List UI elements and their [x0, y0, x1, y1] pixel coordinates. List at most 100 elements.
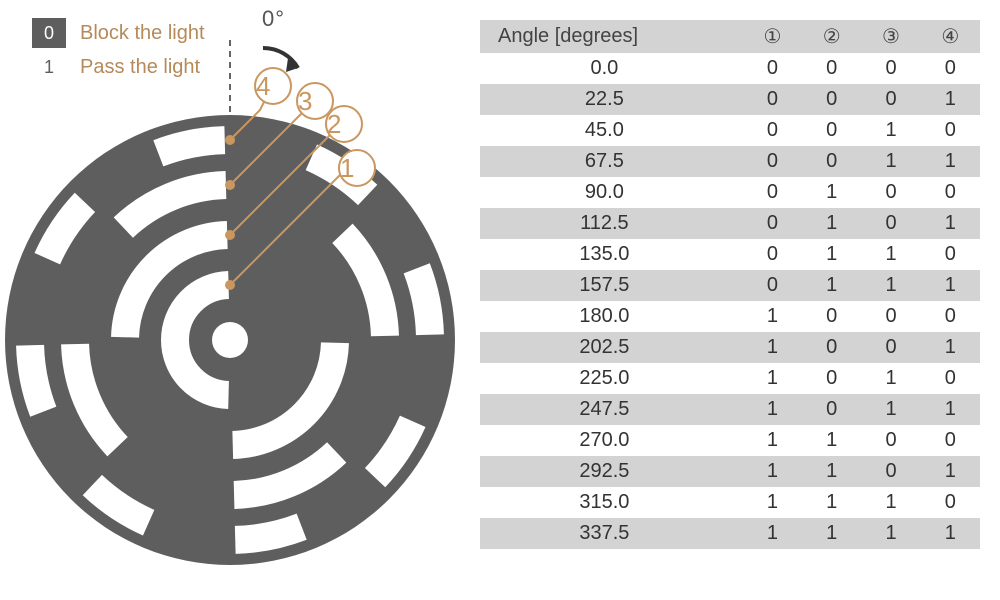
cell-angle: 337.5 — [480, 518, 743, 549]
cell-c1: 1 — [743, 518, 802, 549]
cell-c3: 1 — [861, 487, 920, 518]
encoder-diagram-pane: 0 Block the light 1 Pass the light 0° — [0, 0, 480, 600]
cell-c3: 1 — [861, 518, 920, 549]
slot-track-4 — [158, 140, 224, 153]
table-row: 315.01110 — [480, 487, 980, 518]
cell-angle: 45.0 — [480, 115, 743, 146]
th-c2: ② — [802, 20, 861, 53]
cell-c1: 0 — [743, 208, 802, 239]
cell-c4: 1 — [921, 84, 980, 115]
cell-c2: 1 — [802, 208, 861, 239]
cell-angle: 112.5 — [480, 208, 743, 239]
cell-c1: 1 — [743, 363, 802, 394]
table-row: 112.50101 — [480, 208, 980, 239]
cell-c1: 1 — [743, 456, 802, 487]
encoder-truth-table: Angle [degrees] ① ② ③ ④ 0.0000022.500014… — [480, 20, 980, 549]
cell-c1: 0 — [743, 177, 802, 208]
cell-c1: 0 — [743, 84, 802, 115]
cell-c1: 0 — [743, 239, 802, 270]
cell-c2: 1 — [802, 425, 861, 456]
cell-c2: 0 — [802, 332, 861, 363]
cell-c4: 1 — [921, 146, 980, 177]
cell-angle: 180.0 — [480, 301, 743, 332]
cell-c3: 0 — [861, 177, 920, 208]
cell-c4: 0 — [921, 239, 980, 270]
table-row: 202.51001 — [480, 332, 980, 363]
cell-c2: 1 — [802, 487, 861, 518]
cell-c1: 0 — [743, 270, 802, 301]
table-row: 225.01010 — [480, 363, 980, 394]
table-row: 270.01100 — [480, 425, 980, 456]
cell-c1: 1 — [743, 394, 802, 425]
cell-c4: 0 — [921, 487, 980, 518]
cell-c2: 0 — [802, 146, 861, 177]
cell-c3: 0 — [861, 456, 920, 487]
th-c4: ④ — [921, 20, 980, 53]
cell-c4: 1 — [921, 332, 980, 363]
cell-c2: 0 — [802, 53, 861, 84]
cell-c4: 1 — [921, 518, 980, 549]
table-header-row: Angle [degrees] ① ② ③ ④ — [480, 20, 980, 53]
cell-c3: 0 — [861, 208, 920, 239]
cell-c3: 0 — [861, 301, 920, 332]
table-row: 247.51011 — [480, 394, 980, 425]
cell-c4: 1 — [921, 208, 980, 239]
cell-c4: 1 — [921, 270, 980, 301]
cell-c1: 0 — [743, 53, 802, 84]
cell-c1: 0 — [743, 115, 802, 146]
cell-c1: 1 — [743, 425, 802, 456]
cell-c2: 1 — [802, 270, 861, 301]
cell-c1: 0 — [743, 146, 802, 177]
cell-c3: 1 — [861, 239, 920, 270]
cell-c4: 0 — [921, 115, 980, 146]
cell-c4: 0 — [921, 363, 980, 394]
cell-angle: 157.5 — [480, 270, 743, 301]
encoder-disk — [5, 90, 455, 565]
track-label-1: 1 — [338, 149, 376, 187]
cell-angle: 315.0 — [480, 487, 743, 518]
cell-c1: 1 — [743, 487, 802, 518]
table-row: 180.01000 — [480, 301, 980, 332]
cell-angle: 22.5 — [480, 84, 743, 115]
table-row: 67.50011 — [480, 146, 980, 177]
cell-c3: 1 — [861, 394, 920, 425]
table-row: 45.00010 — [480, 115, 980, 146]
table-row: 90.00100 — [480, 177, 980, 208]
cell-angle: 135.0 — [480, 239, 743, 270]
cell-c2: 1 — [802, 239, 861, 270]
track-label-4: 4 — [254, 67, 292, 105]
zero-degree-label: 0° — [262, 6, 285, 32]
th-c1: ① — [743, 20, 802, 53]
cell-c4: 0 — [921, 301, 980, 332]
cell-angle: 202.5 — [480, 332, 743, 363]
cell-angle: 90.0 — [480, 177, 743, 208]
encoder-disk-svg: 1 2 3 4 — [0, 40, 480, 600]
cell-angle: 270.0 — [480, 425, 743, 456]
cell-c4: 0 — [921, 177, 980, 208]
track-label-3: 3 — [296, 82, 334, 120]
cell-c2: 0 — [802, 394, 861, 425]
cell-angle: 292.5 — [480, 456, 743, 487]
cell-angle: 67.5 — [480, 146, 743, 177]
cell-c3: 1 — [861, 270, 920, 301]
disk-center-hole — [212, 322, 248, 358]
th-angle: Angle [degrees] — [480, 20, 743, 53]
cell-c2: 0 — [802, 363, 861, 394]
cell-c3: 0 — [861, 425, 920, 456]
table-row: 0.00000 — [480, 53, 980, 84]
cell-c3: 1 — [861, 115, 920, 146]
cell-angle: 225.0 — [480, 363, 743, 394]
cell-c4: 0 — [921, 53, 980, 84]
cell-c1: 1 — [743, 301, 802, 332]
slot-track-4 — [30, 345, 43, 411]
cell-angle: 247.5 — [480, 394, 743, 425]
truth-table-pane: Angle [degrees] ① ② ③ ④ 0.0000022.500014… — [480, 0, 1000, 600]
cell-angle: 0.0 — [480, 53, 743, 84]
cell-c4: 1 — [921, 456, 980, 487]
cell-c2: 0 — [802, 115, 861, 146]
table-row: 157.50111 — [480, 270, 980, 301]
cell-c1: 1 — [743, 332, 802, 363]
cell-c3: 0 — [861, 53, 920, 84]
slot-track-4 — [235, 527, 301, 540]
cell-c3: 0 — [861, 84, 920, 115]
